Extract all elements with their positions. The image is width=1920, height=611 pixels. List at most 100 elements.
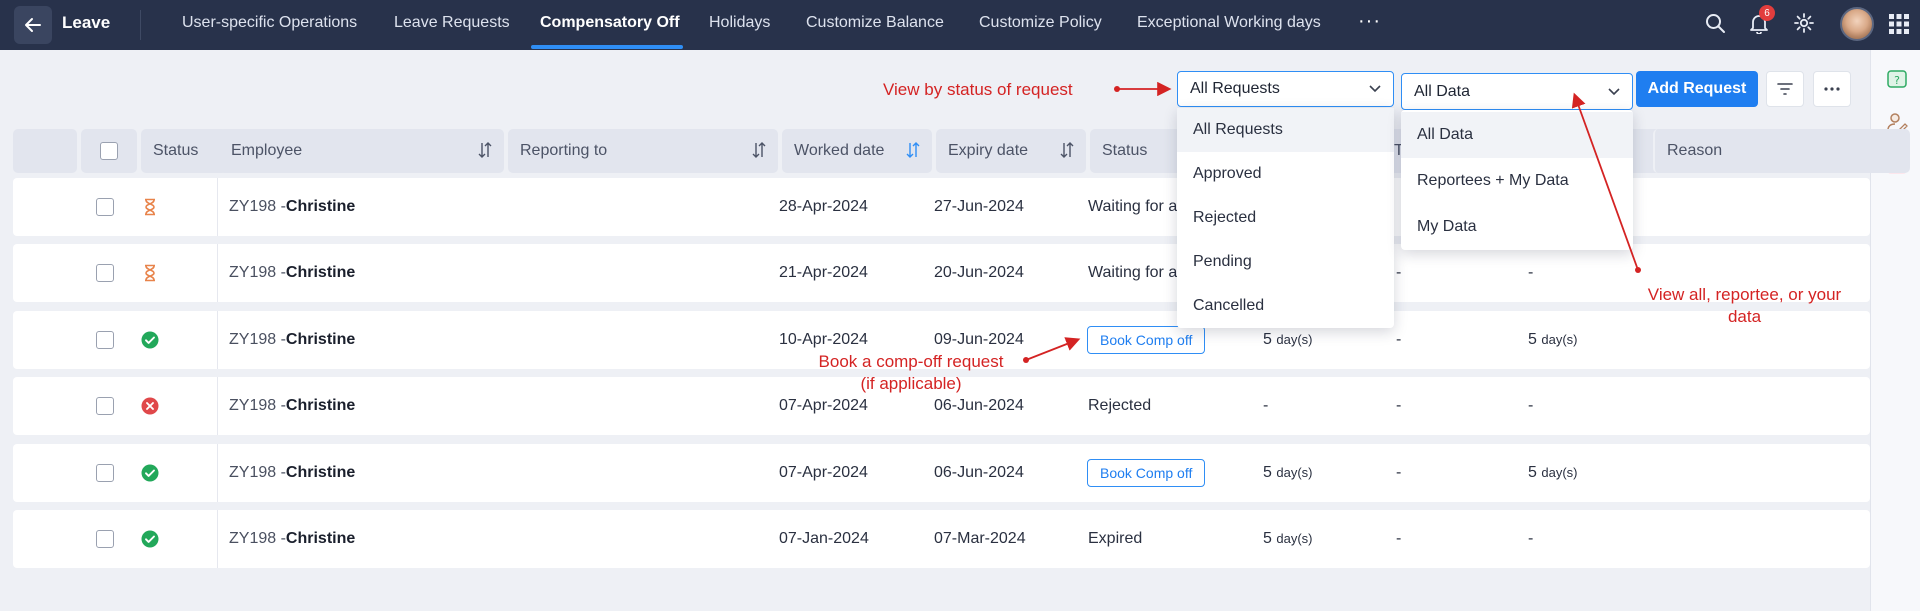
- header-expiry-date[interactable]: Expiry date: [936, 129, 1086, 173]
- data-option-all-data[interactable]: All Data: [1401, 112, 1633, 158]
- row-checkbox[interactable]: [96, 331, 114, 349]
- app-title: Leave: [62, 13, 111, 32]
- status-option-approved[interactable]: Approved: [1177, 152, 1394, 196]
- header-worked-date[interactable]: Worked date: [782, 129, 932, 173]
- check-circle-icon: [141, 530, 159, 548]
- status-option-pending[interactable]: Pending: [1177, 240, 1394, 284]
- row-checkbox[interactable]: [96, 530, 114, 548]
- row-checkbox[interactable]: [96, 198, 114, 216]
- header-reporting-to[interactable]: Reporting to: [508, 129, 778, 173]
- tab-customize-balance[interactable]: Customize Balance: [806, 14, 944, 32]
- row-checkbox[interactable]: [96, 264, 114, 282]
- table-row[interactable]: ZY198 -Christine 07-Jan-2024 07-Mar-2024 Ex…: [13, 510, 1870, 568]
- apps-grid-icon[interactable]: [1888, 13, 1910, 40]
- header-worked-date-label: Worked date: [794, 142, 885, 159]
- tab-compensatory-off[interactable]: Compensatory Off: [540, 14, 680, 32]
- expiry-date-cell: 09-Jun-2024: [934, 331, 1024, 348]
- annotation-data-filter-line1: View all, reportee, or your: [1647, 285, 1842, 304]
- sort-icon[interactable]: [1060, 141, 1074, 159]
- row-divider: [217, 510, 218, 568]
- days-cell-value: 5: [1263, 530, 1272, 547]
- status-filter-select[interactable]: All Requests: [1177, 71, 1394, 107]
- employee-cell[interactable]: ZY198 -Christine: [229, 397, 355, 415]
- status-cell: Rejected: [1088, 397, 1152, 414]
- data-filter-menu: All Data Reportees + My Data My Data: [1401, 110, 1633, 250]
- more-options-button[interactable]: [1813, 71, 1851, 107]
- row-divider: [217, 444, 218, 502]
- sort-icon[interactable]: [752, 141, 766, 159]
- annotation-status-filter: View by status of request: [883, 80, 1073, 99]
- days-cell-value: 5: [1263, 464, 1272, 481]
- status-option-rejected[interactable]: Rejected: [1177, 196, 1394, 240]
- hourglass-icon: [145, 198, 155, 216]
- data-filter-value: All Data: [1414, 82, 1471, 100]
- taken-cell: -: [1396, 264, 1402, 281]
- book-comp-off-button[interactable]: Book Comp off: [1087, 326, 1206, 354]
- chevron-down-icon: [1369, 85, 1381, 93]
- status-option-cancelled[interactable]: Cancelled: [1177, 284, 1394, 328]
- tab-holidays[interactable]: Holidays: [709, 14, 770, 32]
- employee-code: ZY198 -: [229, 464, 286, 481]
- status-option-all-requests[interactable]: All Requests: [1177, 108, 1394, 152]
- tab-customize-policy[interactable]: Customize Policy: [979, 14, 1102, 32]
- row-divider: [217, 311, 218, 369]
- days-cell: 5 day(s): [1263, 464, 1312, 482]
- search-icon[interactable]: [1704, 12, 1726, 39]
- table-row[interactable]: ZY198 -Christine 07-Apr-2024 06-Jun-2024 Bo…: [13, 444, 1870, 502]
- row-checkbox[interactable]: [96, 464, 114, 482]
- employee-code: ZY198 -: [229, 397, 286, 414]
- select-all-checkbox[interactable]: [100, 142, 118, 160]
- balance-cell: -: [1528, 530, 1534, 547]
- tab-exceptional-working-days[interactable]: Exceptional Working days: [1137, 14, 1321, 32]
- employee-cell[interactable]: ZY198 -Christine: [229, 198, 355, 216]
- header-status-icon: Status: [141, 129, 227, 173]
- employee-name: Christine: [285, 530, 356, 547]
- employee-cell[interactable]: ZY198 -Christine: [229, 264, 355, 282]
- book-comp-off-button[interactable]: Book Comp off: [1087, 459, 1206, 487]
- days-cell: 5 day(s): [1263, 530, 1312, 548]
- data-option-my-data[interactable]: My Data: [1401, 204, 1633, 250]
- employee-cell[interactable]: ZY198 -Christine: [229, 464, 355, 482]
- worked-date-cell: 21-Apr-2024: [779, 264, 868, 281]
- sort-icon[interactable]: [906, 141, 920, 159]
- employee-name: Christine: [285, 464, 356, 481]
- back-button[interactable]: [14, 6, 52, 44]
- balance-cell-unit: day(s): [1541, 332, 1578, 347]
- add-request-button[interactable]: Add Request: [1636, 71, 1758, 107]
- employee-name: Christine: [285, 331, 356, 348]
- data-filter-select[interactable]: All Data: [1401, 73, 1633, 110]
- hourglass-icon: [145, 264, 155, 282]
- employee-name: Christine: [285, 397, 356, 414]
- balance-cell: -: [1528, 397, 1534, 414]
- worked-date-cell: 07-Apr-2024: [779, 397, 868, 414]
- tab-user-specific-operations[interactable]: User-specific Operations: [182, 14, 357, 32]
- status-cell: Waiting for a: [1088, 198, 1178, 215]
- expiry-date-cell: 20-Jun-2024: [934, 264, 1024, 281]
- tab-leave-requests[interactable]: Leave Requests: [394, 14, 510, 32]
- employee-name: Christine: [285, 198, 356, 215]
- days-cell: -: [1263, 397, 1269, 414]
- taken-cell: -: [1396, 397, 1402, 414]
- row-divider: [217, 244, 218, 302]
- sort-icon[interactable]: [478, 141, 492, 159]
- balance-cell: 5 day(s): [1528, 464, 1577, 482]
- header-employee[interactable]: Employee: [219, 129, 504, 173]
- data-option-reportees-my-data[interactable]: Reportees + My Data: [1401, 158, 1633, 204]
- days-cell-unit: day(s): [1276, 465, 1313, 480]
- employee-cell[interactable]: ZY198 -Christine: [229, 530, 355, 548]
- worked-date-cell: 10-Apr-2024: [779, 331, 868, 348]
- filter-button[interactable]: [1766, 71, 1804, 107]
- header-reason: Reason: [1653, 129, 1870, 173]
- more-horizontal-icon: [1824, 87, 1840, 91]
- employee-cell[interactable]: ZY198 -Christine: [229, 331, 355, 349]
- gear-icon[interactable]: [1793, 12, 1815, 39]
- row-checkbox[interactable]: [96, 397, 114, 415]
- worked-date-cell: 07-Jan-2024: [779, 530, 869, 547]
- more-tabs-button[interactable]: ···: [1358, 10, 1381, 33]
- user-avatar[interactable]: [1840, 7, 1874, 41]
- table-row[interactable]: ZY198 -Christine 21-Apr-2024 20-Jun-2024 Wa…: [13, 244, 1870, 302]
- svg-text:?: ?: [1894, 74, 1900, 87]
- balance-cell-value: 5: [1528, 464, 1537, 481]
- taken-cell: -: [1396, 331, 1402, 348]
- help-icon[interactable]: ?: [1885, 68, 1909, 92]
